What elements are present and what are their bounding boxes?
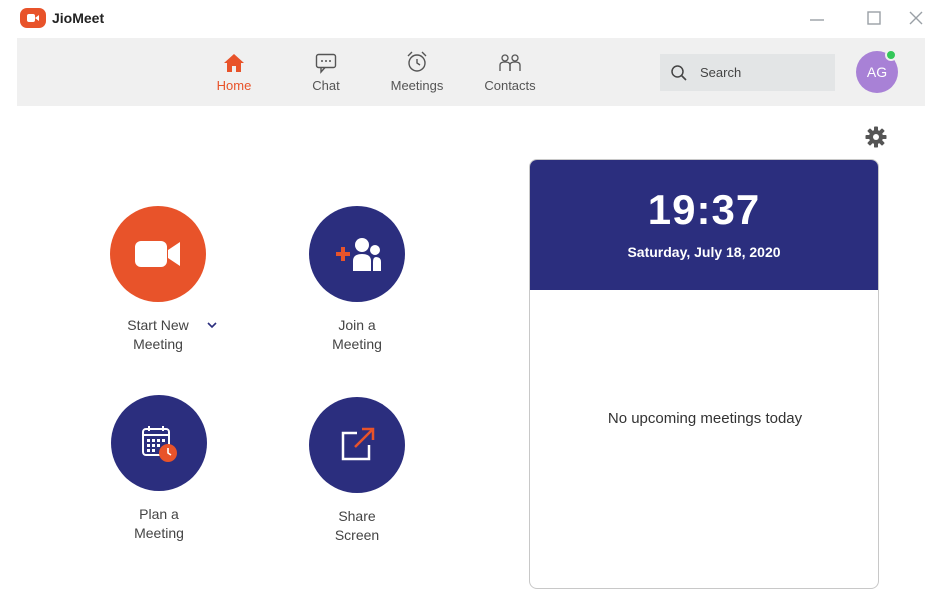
close-button[interactable] [902,6,925,30]
search-icon [671,64,687,81]
no-meetings-message: No upcoming meetings today [607,410,803,427]
start-new-meeting-label: Start New Meeting [127,317,189,352]
join-meeting-circle [309,206,405,302]
home-icon [224,54,244,72]
online-status-indicator [885,49,897,61]
title-bar: JioMeet [0,0,925,38]
upcoming-meetings-panel: 19:37 Saturday, July 18, 2020 No upcomin… [529,159,879,589]
plan-meeting-label: Plan a Meeting [134,506,184,541]
search-box[interactable] [660,54,835,91]
maximize-icon [867,11,881,25]
start-meeting-circle [110,206,206,302]
join-meeting-button[interactable]: Join a Meeting [302,206,412,354]
chevron-down-icon [207,322,217,329]
maximize-button[interactable] [860,6,888,30]
minimize-button[interactable] [803,6,831,30]
clock-header: 19:37 Saturday, July 18, 2020 [530,160,878,290]
share-screen-icon [341,427,375,461]
nav-contacts-label: Contacts [484,78,536,93]
nav-meetings[interactable]: Meetings [377,48,457,93]
calendar-icon [142,426,177,462]
nav-home[interactable]: Home [194,48,274,93]
start-new-meeting-button[interactable]: Start New Meeting [103,206,213,354]
add-people-icon [336,238,381,271]
share-screen-button[interactable]: Share Screen [302,397,412,545]
share-screen-label: Share Screen [334,508,380,543]
nav-contacts[interactable]: Contacts [470,48,550,93]
plan-meeting-button[interactable]: Plan a Meeting [104,395,214,543]
nav-chat-label: Chat [312,78,340,93]
jiomeet-logo-icon [20,8,46,28]
nav-meetings-label: Meetings [390,78,444,93]
app-title: JioMeet [52,10,105,26]
video-camera-icon [135,241,180,267]
current-date: Saturday, July 18, 2020 [627,244,781,260]
settings-button[interactable] [864,125,888,149]
nav-chat[interactable]: Chat [286,48,366,93]
top-navigation: Home Chat Meetings Contacts Search AG [17,38,925,106]
search-input[interactable] [700,65,820,80]
current-time: 19:37 [647,186,761,233]
plan-meeting-circle [111,395,207,491]
start-meeting-options-dropdown[interactable] [205,318,219,332]
chat-icon [315,53,337,74]
gear-icon [865,126,887,148]
nav-home-label: Home [216,78,252,93]
share-screen-circle [309,397,405,493]
join-meeting-label: Join a Meeting [332,317,382,352]
minimize-icon [810,19,824,21]
close-icon [909,11,923,25]
alarm-clock-icon [407,51,427,72]
contacts-icon [499,54,521,71]
